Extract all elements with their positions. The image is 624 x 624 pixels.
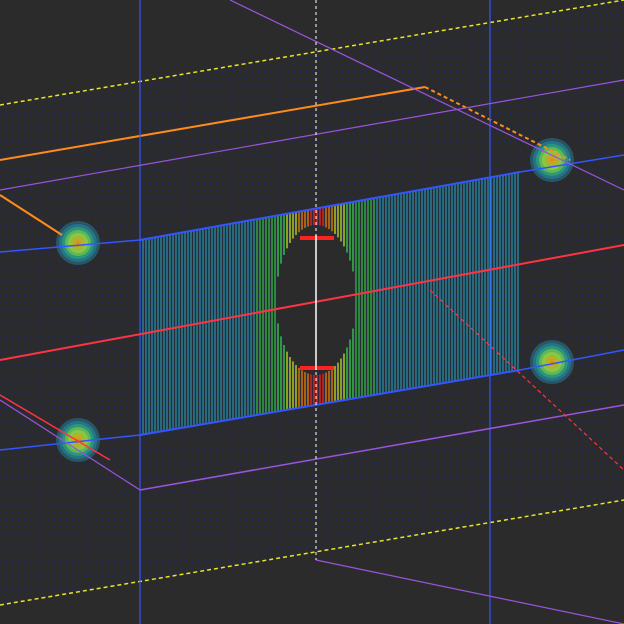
vector-field-render <box>0 0 624 624</box>
3d-viewport[interactable] <box>0 0 624 624</box>
